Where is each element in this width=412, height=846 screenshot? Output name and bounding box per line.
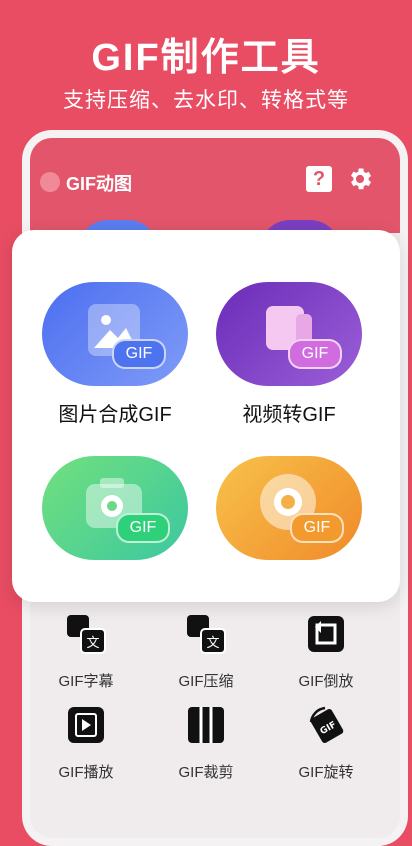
hero-title: GIF制作工具: [91, 37, 321, 79]
tool-label: GIF裁剪: [178, 764, 234, 781]
tool-gif-play[interactable]: GIF播放: [26, 704, 146, 782]
compress-icon: 文: [187, 615, 226, 654]
tool-gif-subtitle[interactable]: 文 GIF字幕: [26, 613, 146, 691]
svg-text:文: 文: [86, 636, 99, 651]
app-header: GIF动图 ?: [30, 138, 400, 250]
reverse-icon: [308, 616, 344, 652]
play-icon: [68, 707, 104, 743]
crop-icon: [188, 707, 224, 743]
rotate-icon: GIF: [309, 706, 344, 744]
disc-gif-tile[interactable]: GIF: [216, 456, 362, 560]
gif-badge: GIF: [288, 339, 342, 369]
camera-gif-tile[interactable]: GIF: [42, 456, 188, 560]
tool-gif-compress[interactable]: 文 GIF压缩: [146, 613, 266, 691]
image-to-gif-tile[interactable]: GIF: [42, 282, 188, 386]
video-to-gif-tile[interactable]: GIF: [216, 282, 362, 386]
gif-badge: GIF: [290, 513, 344, 543]
help-icon[interactable]: ?: [306, 166, 332, 192]
tool-gif-reverse[interactable]: GIF倒放: [266, 613, 386, 691]
tool-label: GIF旋转: [298, 764, 354, 781]
tool-label: GIF压缩: [178, 673, 234, 690]
gif-badge: GIF: [112, 339, 166, 369]
tool-label: GIF播放: [58, 764, 114, 781]
image-to-gif-label: 图片合成GIF: [58, 404, 172, 426]
tool-gif-crop[interactable]: GIF裁剪: [146, 704, 266, 782]
feature-card: GIF 图片合成GIF GIF 视频转GIF GIF GIF: [12, 230, 400, 602]
app-logo-icon: [40, 172, 60, 192]
subtitle-icon: 文: [67, 615, 106, 654]
tool-label: GIF字幕: [58, 673, 114, 690]
video-to-gif-label: 视频转GIF: [242, 404, 336, 426]
tool-gif-rotate[interactable]: GIF GIF旋转: [266, 704, 386, 782]
svg-text:文: 文: [206, 636, 219, 651]
app-title: GIF动图: [66, 174, 132, 194]
gif-badge: GIF: [116, 513, 170, 543]
hero-subtitle: 支持压缩、去水印、转格式等: [63, 89, 349, 112]
gear-icon[interactable]: [346, 165, 374, 193]
tool-label: GIF倒放: [298, 673, 354, 690]
